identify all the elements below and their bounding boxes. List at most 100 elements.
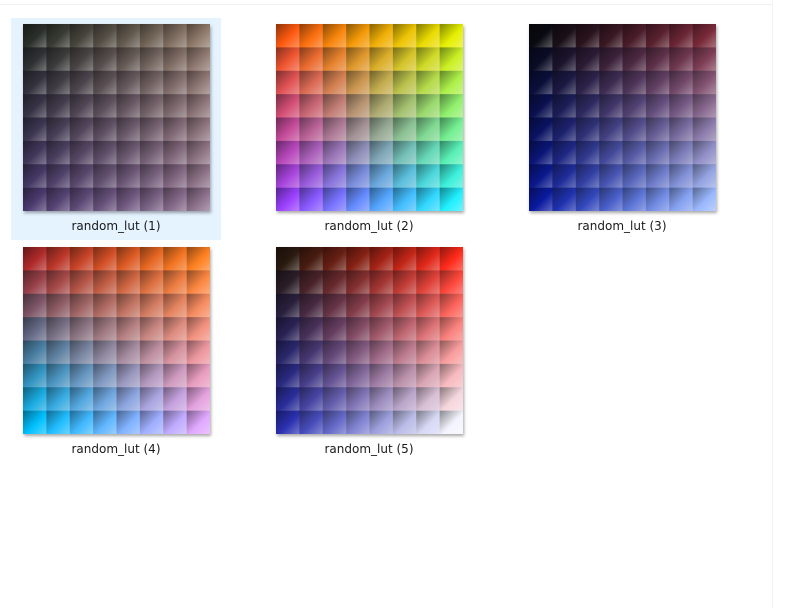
lut-tile — [322, 410, 347, 434]
lut-tile — [599, 164, 623, 188]
lut-tile — [392, 94, 417, 118]
lut-tile — [93, 24, 117, 48]
lut-tile — [299, 164, 324, 188]
lut-tile — [346, 94, 370, 118]
lut-tile — [669, 47, 693, 72]
lut-tile — [416, 410, 440, 434]
lut-tile — [116, 70, 141, 95]
lut-tile — [322, 94, 347, 118]
lut-tile — [575, 187, 600, 211]
lut-tile — [439, 140, 463, 165]
lut-tile — [416, 293, 440, 318]
lut-tile — [23, 94, 47, 118]
lut-tile — [346, 363, 370, 388]
lut-tile — [369, 247, 394, 271]
lut-tile — [69, 270, 94, 295]
lut-tile — [622, 164, 647, 188]
lut-tile — [23, 317, 47, 341]
lut-tile — [322, 293, 347, 318]
lut-tile — [186, 317, 210, 341]
lut-tile — [692, 187, 716, 211]
lut-tile — [276, 410, 300, 434]
file-item-random-lut-1[interactable]: random_lut (1) — [11, 18, 221, 240]
vertical-scrollbar[interactable] — [772, 0, 785, 608]
lut-tile — [392, 410, 417, 434]
lut-tile — [163, 363, 187, 388]
lut-tile — [439, 164, 463, 188]
file-item-random-lut-2[interactable]: random_lut (2) — [264, 18, 474, 240]
lut-tile — [46, 363, 71, 388]
lut-tile — [645, 47, 670, 72]
lut-tile — [116, 340, 141, 365]
lut-tile — [116, 94, 141, 118]
lut-tile — [645, 70, 670, 95]
lut-tile — [622, 187, 647, 211]
file-list-view[interactable]: random_lut (1) random_lut (2) random_lut… — [0, 0, 772, 608]
lut-tile — [529, 47, 553, 72]
lut-tile — [276, 387, 300, 411]
lut-tile — [93, 340, 117, 365]
lut-tile — [46, 140, 71, 165]
lut-tile — [369, 47, 394, 72]
lut-tile — [552, 70, 577, 95]
file-name-label: random_lut (1) — [71, 219, 161, 233]
lut-tile — [163, 187, 187, 211]
lut-tile — [346, 293, 370, 318]
lut-tile — [23, 247, 47, 271]
lut-tile — [392, 387, 417, 411]
lut-tile — [552, 47, 577, 72]
file-name-label: random_lut (3) — [577, 219, 667, 233]
lut-tile — [69, 47, 94, 72]
lut-tile — [93, 270, 117, 295]
lut-tile — [529, 24, 553, 48]
lut-tile — [93, 247, 117, 271]
lut-tile — [645, 24, 670, 48]
lut-tile — [622, 70, 647, 95]
lut-tile — [116, 117, 141, 142]
lut-tile — [23, 270, 47, 295]
lut-tile — [116, 24, 141, 48]
lut-tile — [669, 24, 693, 48]
lut-tile — [416, 47, 440, 72]
lut-tile — [529, 70, 553, 95]
lut-tile — [116, 47, 141, 72]
lut-tile — [69, 70, 94, 95]
file-item-random-lut-5[interactable]: random_lut (5) — [264, 241, 474, 463]
lut-tile — [322, 340, 347, 365]
lut-tile — [46, 317, 71, 341]
lut-tile — [186, 187, 210, 211]
lut-tile — [599, 187, 623, 211]
lut-tile — [46, 187, 71, 211]
lut-tile — [46, 164, 71, 188]
lut-tile — [369, 164, 394, 188]
lut-tile — [622, 94, 647, 118]
lut-tile — [139, 117, 164, 142]
lut-tile — [46, 70, 71, 95]
lut-tile — [529, 140, 553, 165]
lut-tile — [93, 164, 117, 188]
lut-tile — [69, 24, 94, 48]
lut-tile — [529, 187, 553, 211]
lut-tile — [93, 140, 117, 165]
lut-tile — [93, 317, 117, 341]
lut-tile — [346, 24, 370, 48]
lut-tile — [439, 293, 463, 318]
lut-tile — [322, 117, 347, 142]
lut-tile — [69, 164, 94, 188]
lut-tile — [163, 387, 187, 411]
lut-tile — [416, 117, 440, 142]
lut-tile — [599, 117, 623, 142]
lut-tile — [163, 140, 187, 165]
lut-tile — [186, 410, 210, 434]
lut-tile — [645, 187, 670, 211]
lut-tile — [346, 247, 370, 271]
lut-tile — [93, 363, 117, 388]
lut-tile — [369, 24, 394, 48]
file-item-random-lut-4[interactable]: random_lut (4) — [11, 241, 221, 463]
lut-tile — [416, 270, 440, 295]
lut-tile — [416, 94, 440, 118]
lut-tile — [369, 140, 394, 165]
file-item-random-lut-3[interactable]: random_lut (3) — [517, 18, 727, 240]
lut-tile — [392, 363, 417, 388]
lut-tile — [439, 363, 463, 388]
